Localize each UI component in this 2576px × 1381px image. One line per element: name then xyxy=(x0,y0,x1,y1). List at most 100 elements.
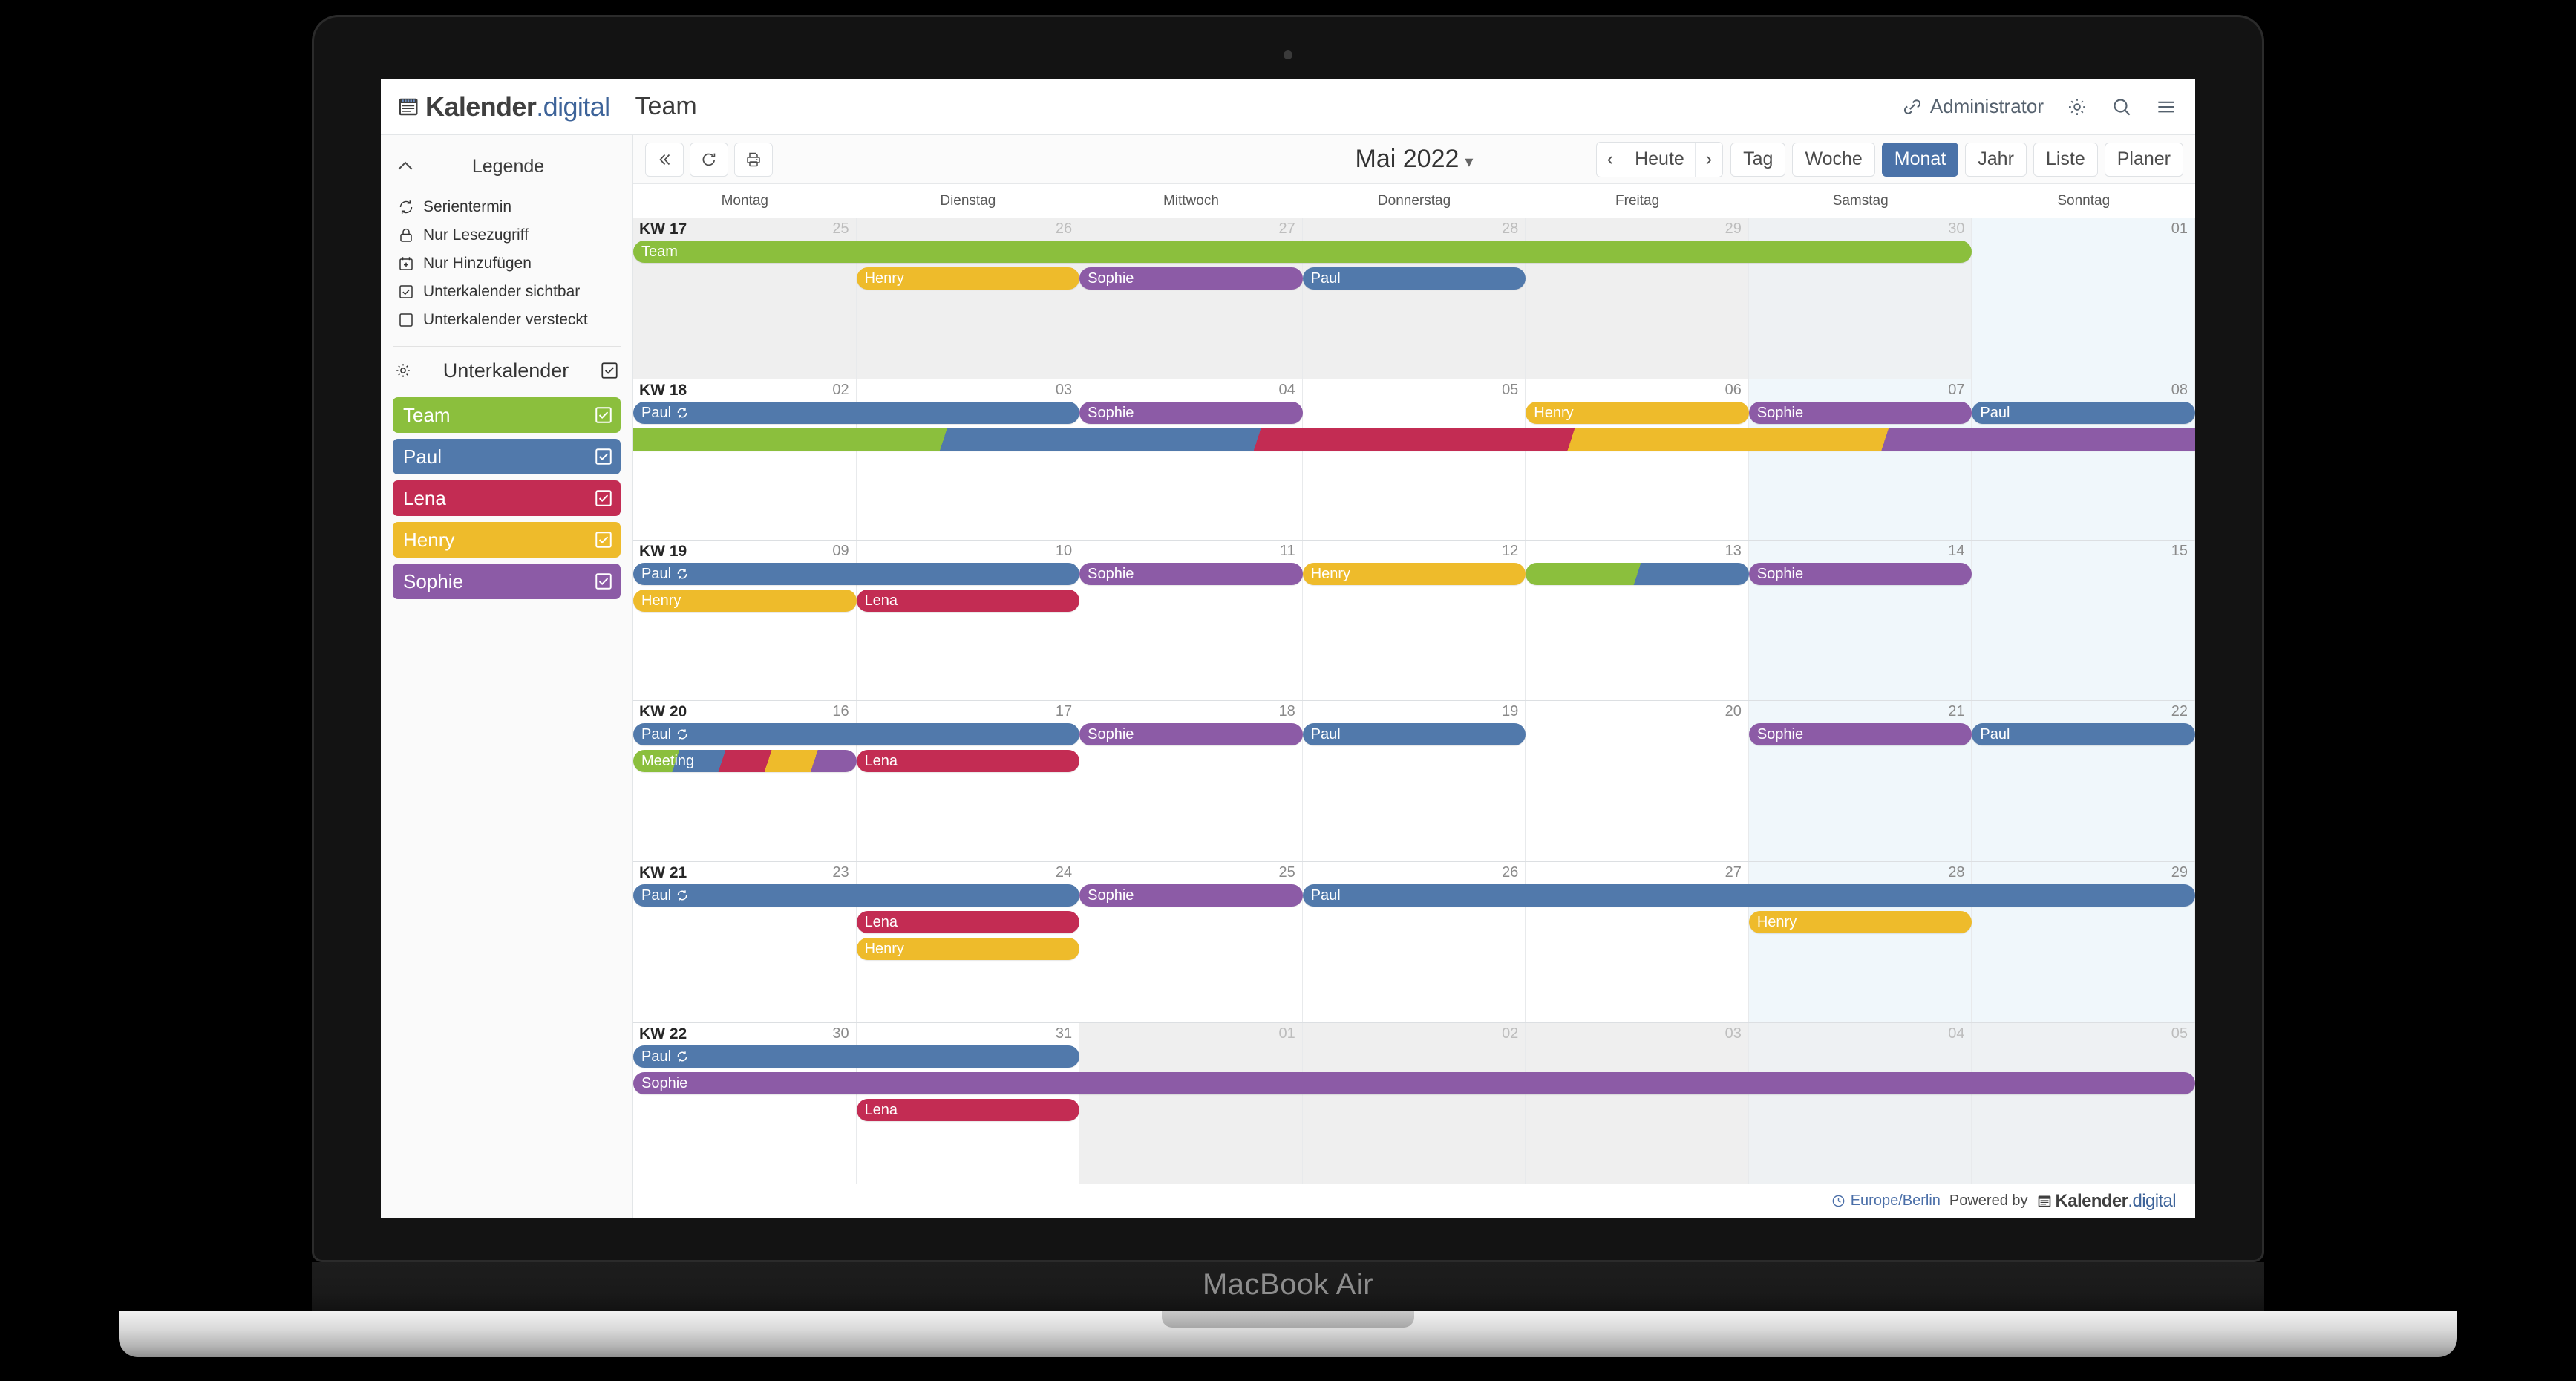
calendar-event-label: Sophie xyxy=(1756,726,1804,743)
calendar-event[interactable]: Henry xyxy=(856,938,1080,961)
footer-logo-secondary: .digital xyxy=(2128,1190,2176,1211)
day-number: 23 xyxy=(832,864,849,881)
view-button-liste[interactable]: Liste xyxy=(2033,142,2098,177)
day-number: 06 xyxy=(1725,381,1742,398)
weekday-header-row: Montag Dienstag Mittwoch Donnerstag Freitag S… xyxy=(633,184,2195,218)
logo-primary: Kalender xyxy=(425,91,537,122)
day-number: 01 xyxy=(2171,221,2188,237)
app-logo[interactable]: Kalender.digital xyxy=(397,91,610,123)
view-button-woche[interactable]: Woche xyxy=(1792,142,1875,177)
timezone-label: Europe/Berlin xyxy=(1850,1192,1941,1209)
calendar-event[interactable] xyxy=(633,428,2195,451)
calendar-event[interactable]: Sophie xyxy=(1748,562,1972,585)
calendar-event[interactable]: Sophie xyxy=(1079,884,1303,907)
week-number-label[interactable]: KW 17 xyxy=(639,221,687,238)
week-number-label[interactable]: KW 22 xyxy=(639,1025,687,1043)
checkbox-checked-icon[interactable] xyxy=(594,405,613,425)
calendar-event[interactable] xyxy=(1526,562,1749,585)
subcalendar-item-paul[interactable]: Paul xyxy=(393,439,621,474)
calendar-event[interactable]: Henry xyxy=(1302,562,1526,585)
week-number-label[interactable]: KW 21 xyxy=(639,864,687,882)
search-icon[interactable] xyxy=(2111,96,2133,118)
checkbox-checked-icon[interactable] xyxy=(594,489,613,508)
calendar-event[interactable]: Lena xyxy=(856,911,1080,934)
date-title-text: Mai 2022 xyxy=(1355,145,1459,173)
legend-item-versteckt: Unterkalender versteckt xyxy=(397,306,632,334)
app-header: Kalender.digital Team Administrator xyxy=(381,79,2195,135)
gear-icon[interactable] xyxy=(2066,96,2088,118)
day-number: 15 xyxy=(2171,542,2188,559)
calendar-event[interactable]: Henry xyxy=(1748,911,1972,934)
calendar-event[interactable]: Sophie xyxy=(1748,401,1972,424)
calendar-event[interactable]: Lena xyxy=(856,1099,1080,1122)
calendar-event-label: Paul xyxy=(1310,726,1341,743)
calendar-event[interactable]: Paul xyxy=(1972,723,2195,746)
calendar-event[interactable]: Paul xyxy=(1972,401,2195,424)
calendar-event-label: Lena xyxy=(864,592,898,609)
calendar-event[interactable]: Sophie xyxy=(1079,401,1303,424)
subcalendar-item-sophie[interactable]: Sophie xyxy=(393,564,621,599)
print-button[interactable] xyxy=(734,142,773,177)
view-button-planer[interactable]: Planer xyxy=(2104,142,2183,177)
gear-icon[interactable] xyxy=(394,362,412,379)
collapse-sidebar-button[interactable] xyxy=(645,142,684,177)
calendar-event[interactable]: Sophie xyxy=(1748,723,1972,746)
menu-icon[interactable] xyxy=(2155,96,2177,118)
week-number-label[interactable]: KW 18 xyxy=(639,382,687,399)
view-button-monat[interactable]: Monat xyxy=(1881,142,1959,177)
subcalendar-item-lena[interactable]: Lena xyxy=(393,480,621,516)
legend-item-label: Nur Lesezugriff xyxy=(423,226,529,244)
calendar-event[interactable]: Sophie xyxy=(1079,267,1303,290)
calendar-event[interactable]: Paul xyxy=(633,1045,1080,1068)
calendar-event[interactable]: Paul xyxy=(1302,884,2195,907)
administrator-link[interactable]: Administrator xyxy=(1901,95,2044,118)
day-number: 31 xyxy=(1055,1025,1073,1042)
calendar-event[interactable]: Sophie xyxy=(1079,723,1303,746)
timezone-indicator[interactable]: Europe/Berlin xyxy=(1831,1192,1941,1209)
calendar-event[interactable]: Paul xyxy=(633,884,1080,907)
legend-list: Serientermin Nur Lesezugriff Nur Hinzufü… xyxy=(381,186,632,340)
calendar-event[interactable]: Paul xyxy=(633,401,1080,424)
calendar-event[interactable]: Paul xyxy=(633,562,1080,585)
calendar-event[interactable]: Henry xyxy=(856,267,1080,290)
calendar-event[interactable]: Paul xyxy=(1302,723,1526,746)
calendar-event[interactable]: Sophie xyxy=(1079,562,1303,585)
calendar-event[interactable]: Sophie xyxy=(633,1072,2195,1095)
prev-period-button[interactable]: ‹ xyxy=(1597,142,1625,177)
day-number: 12 xyxy=(1502,542,1519,559)
week-number-label[interactable]: KW 19 xyxy=(639,543,687,561)
calendar-event[interactable]: Lena xyxy=(856,750,1080,773)
checkbox-checked-icon[interactable] xyxy=(594,572,613,591)
recurring-icon xyxy=(677,569,687,579)
event-layer: Team Henry Sophie Paul xyxy=(633,241,2195,379)
subcalendar-item-team[interactable]: Team xyxy=(393,397,621,433)
view-button-jahr[interactable]: Jahr xyxy=(1965,142,2027,177)
powered-by-label: Powered by xyxy=(1949,1192,2028,1209)
chevron-down-icon: ▾ xyxy=(1465,152,1474,171)
today-button[interactable]: Heute xyxy=(1624,142,1696,177)
week-number-label[interactable]: KW 20 xyxy=(639,703,687,721)
event-layer: Paul Sophie Henry Sophie Paul xyxy=(633,401,2195,540)
view-button-tag[interactable]: Tag xyxy=(1730,142,1786,177)
calendar-event[interactable]: Paul xyxy=(633,723,1080,746)
subcalendar-item-label: Team xyxy=(403,403,451,426)
calendar-event[interactable]: Paul xyxy=(1302,267,1526,290)
next-period-button[interactable]: › xyxy=(1696,143,1722,177)
checkbox-checked-icon[interactable] xyxy=(594,447,613,466)
calendar-event[interactable]: Henry xyxy=(633,589,857,612)
checkbox-checked-icon[interactable] xyxy=(594,530,613,549)
calendar-event[interactable]: Henry xyxy=(1526,401,1749,424)
legend-header[interactable]: Legende xyxy=(381,147,632,186)
subcalendar-item-henry[interactable]: Henry xyxy=(393,522,621,558)
subcalendar-title: Unterkalender xyxy=(442,359,569,382)
day-number: 20 xyxy=(1725,703,1742,720)
footer-logo[interactable]: Kalender.digital xyxy=(2037,1190,2177,1212)
chevron-up-icon[interactable] xyxy=(394,155,416,177)
subcalendar-toggle-all-checkbox[interactable] xyxy=(600,361,619,380)
calendar-event[interactable]: Team xyxy=(633,241,1972,263)
refresh-button[interactable] xyxy=(690,142,728,177)
calendar-event[interactable]: Lena xyxy=(856,589,1080,612)
view-buttons: Tag Woche Monat Jahr Liste Planer xyxy=(1730,142,2183,177)
day-number: 25 xyxy=(1278,864,1295,881)
calendar-event[interactable]: Meeting xyxy=(633,750,857,773)
